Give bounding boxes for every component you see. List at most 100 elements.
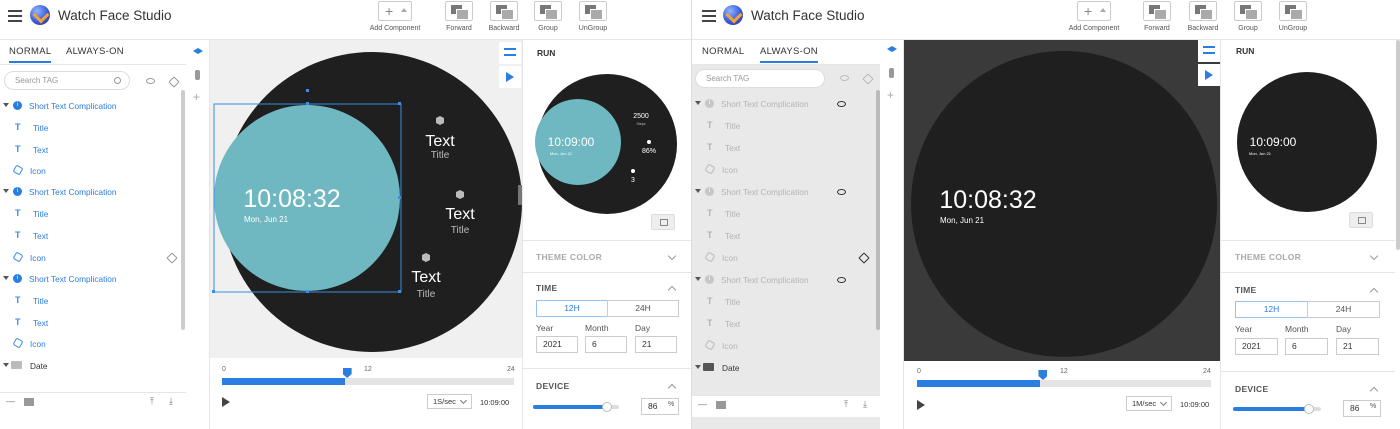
collapse-arrow-icon[interactable]: [695, 189, 701, 193]
add-component-button[interactable]: Add Component: [1062, 0, 1126, 32]
selection-handle[interactable]: [212, 290, 215, 293]
tab-normal[interactable]: NORMAL: [702, 46, 744, 61]
watch-face-canvas[interactable]: 10:08:32 Mon, Jun 21 Text Title Text Tit…: [210, 40, 522, 358]
theme-color-header[interactable]: THEME COLOR: [536, 252, 602, 262]
move-up-icon[interactable]: ⤒: [150, 396, 154, 407]
month-input[interactable]: 6: [585, 336, 627, 353]
month-input[interactable]: 6: [1285, 338, 1328, 355]
watch-face-canvas[interactable]: 10:08:32 Mon, Jun 21: [904, 40, 1220, 361]
minus-icon[interactable]: —: [698, 399, 707, 409]
format-12h-button[interactable]: 12H: [1235, 301, 1308, 318]
tab-always-on[interactable]: ALWAYS-ON: [66, 46, 124, 61]
speed-select[interactable]: 1M/sec: [1126, 396, 1172, 411]
layer-item[interactable]: Date: [3, 360, 173, 374]
visibility-icon[interactable]: [837, 101, 846, 107]
layer-item[interactable]: Icon: [692, 163, 862, 178]
visibility-icon[interactable]: [837, 277, 846, 283]
time-section-header[interactable]: TIME: [536, 283, 558, 293]
device-slider[interactable]: [1233, 404, 1321, 414]
device-slider[interactable]: [533, 402, 619, 412]
chevron-up-icon[interactable]: [1369, 287, 1379, 297]
collapse-arrow-icon[interactable]: [3, 363, 9, 367]
time-section-header[interactable]: TIME: [1235, 285, 1257, 295]
selection-handle[interactable]: [306, 290, 309, 293]
day-input[interactable]: 21: [635, 336, 677, 353]
year-input[interactable]: 2021: [1235, 338, 1278, 355]
play-button[interactable]: [222, 397, 230, 407]
play-button[interactable]: [917, 400, 925, 410]
layer-item[interactable]: T Text: [3, 230, 173, 244]
layer-item[interactable]: T Text: [3, 144, 173, 158]
layer-item[interactable]: i Short Text Complication: [3, 100, 173, 114]
theme-color-header[interactable]: THEME COLOR: [1235, 252, 1301, 262]
format-24h-button[interactable]: 24H: [607, 300, 679, 317]
visibility-icon[interactable]: [840, 75, 849, 81]
layer-item[interactable]: T Title: [695, 120, 865, 134]
tab-always-on[interactable]: ALWAYS-ON: [760, 46, 818, 63]
layer-item[interactable]: Icon: [692, 339, 862, 354]
settings-sliders-icon[interactable]: [1198, 40, 1220, 62]
collapse-arrow-icon[interactable]: [3, 189, 9, 193]
selection-handle[interactable]: [398, 290, 401, 293]
minus-icon[interactable]: —: [6, 396, 15, 406]
search-input[interactable]: Search TAG: [695, 69, 825, 88]
device-slider-knob[interactable]: [601, 402, 612, 412]
copy-icon[interactable]: [1349, 212, 1373, 228]
selection-handle[interactable]: [306, 102, 309, 105]
device-section-header[interactable]: DEVICE: [536, 381, 569, 391]
brush-icon[interactable]: [889, 68, 894, 78]
day-input[interactable]: 21: [1336, 338, 1379, 355]
menu-icon[interactable]: [8, 9, 22, 23]
layers-icon[interactable]: [193, 48, 203, 54]
run-preview-icon[interactable]: [1198, 64, 1220, 86]
timeline-track[interactable]: [222, 378, 514, 385]
layer-item[interactable]: T Title: [695, 208, 865, 222]
chevron-down-icon[interactable]: [667, 251, 677, 261]
move-down-icon[interactable]: ⤓: [169, 396, 173, 407]
add-icon[interactable]: +: [887, 89, 897, 101]
timeline-playhead[interactable]: [342, 368, 352, 378]
layer-item[interactable]: T Title: [3, 122, 173, 136]
chevron-down-icon[interactable]: [1369, 251, 1379, 261]
layer-item[interactable]: T Text: [3, 317, 173, 331]
run-preview-icon[interactable]: [499, 66, 521, 88]
chevron-up-icon[interactable]: [667, 285, 677, 295]
visibility-icon[interactable]: [837, 189, 846, 195]
folder-icon[interactable]: [24, 398, 34, 406]
device-slider-knob[interactable]: [1303, 404, 1314, 414]
collapse-arrow-icon[interactable]: [695, 101, 701, 105]
selection-handle[interactable]: [306, 89, 309, 92]
chevron-up-icon[interactable]: [667, 383, 677, 393]
fill-icon[interactable]: [168, 76, 180, 88]
move-down-icon[interactable]: ⤓: [863, 399, 867, 410]
menu-icon[interactable]: [702, 9, 716, 23]
chevron-up-icon[interactable]: [1369, 386, 1379, 396]
collapse-arrow-icon[interactable]: [3, 103, 9, 107]
move-up-icon[interactable]: ⤒: [844, 399, 848, 410]
folder-icon[interactable]: [716, 401, 726, 409]
selection-handle[interactable]: [398, 102, 401, 105]
layer-item[interactable]: T Title: [3, 208, 173, 222]
speed-select[interactable]: 1S/sec: [427, 394, 472, 409]
add-icon[interactable]: +: [193, 91, 203, 103]
tab-normal[interactable]: NORMAL: [9, 46, 52, 63]
edit-canvas[interactable]: 10:08:32 Mon, Jun 21 Text Title Text Tit…: [210, 40, 522, 358]
selection-handle[interactable]: [398, 196, 401, 199]
timeline-track[interactable]: [917, 380, 1211, 387]
layer-item[interactable]: Icon: [0, 164, 170, 179]
collapse-arrow-icon[interactable]: [695, 365, 701, 369]
layers-icon[interactable]: [887, 46, 897, 52]
timeline-playhead[interactable]: [1038, 370, 1048, 380]
collapse-arrow-icon[interactable]: [3, 276, 9, 280]
format-12h-button[interactable]: 12H: [536, 300, 608, 317]
brush-icon[interactable]: [195, 70, 200, 80]
fill-icon[interactable]: [862, 73, 874, 85]
ungroup-button[interactable]: UnGroup: [561, 0, 625, 32]
device-section-header[interactable]: DEVICE: [1235, 384, 1268, 394]
layer-scrollbar[interactable]: [181, 90, 185, 330]
layer-item[interactable]: i Short Text Complication: [3, 273, 173, 287]
layer-item[interactable]: Icon: [0, 251, 170, 266]
layer-item[interactable]: i Short Text Complication: [3, 186, 173, 200]
collapse-arrow-icon[interactable]: [695, 277, 701, 281]
layer-item[interactable]: T Text: [695, 318, 865, 332]
